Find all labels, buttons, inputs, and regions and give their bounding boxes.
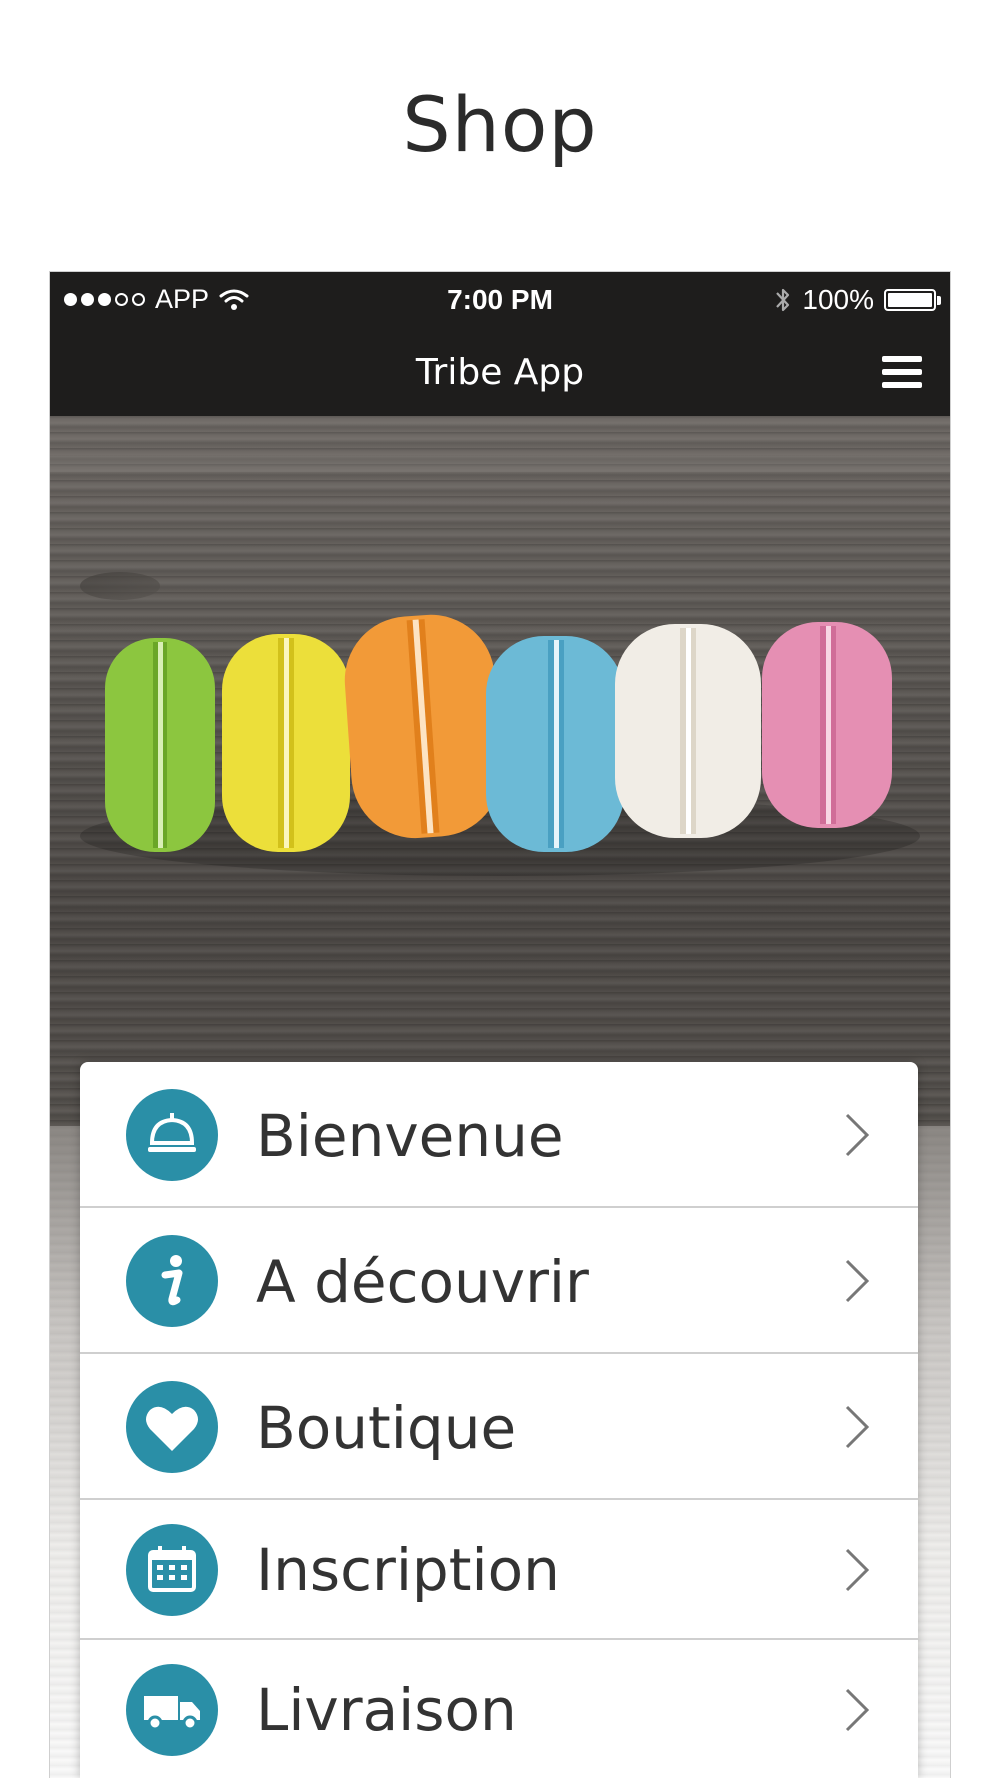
macaron-pink xyxy=(762,622,892,828)
battery-percent: 100% xyxy=(802,284,874,315)
menu-item-inscription[interactable]: Inscription xyxy=(80,1500,918,1640)
menu-item-a-decouvrir[interactable]: A découvrir xyxy=(80,1208,918,1354)
chevron-right-icon xyxy=(845,1113,870,1157)
macaron-green xyxy=(105,638,215,852)
service-bell-icon xyxy=(126,1089,218,1181)
menu-list: Bienvenue A découvrir Boutique Inscripti… xyxy=(80,1062,918,1778)
menu-item-label: A découvrir xyxy=(256,1248,589,1316)
menu-item-boutique[interactable]: Boutique xyxy=(80,1354,918,1500)
menu-item-label: Boutique xyxy=(256,1394,517,1462)
menu-item-label: Livraison xyxy=(256,1676,517,1744)
menu-item-bienvenue[interactable]: Bienvenue xyxy=(80,1062,918,1208)
chevron-right-icon xyxy=(845,1688,870,1732)
nav-bar: Tribe App xyxy=(50,330,950,416)
menu-item-label: Bienvenue xyxy=(256,1102,564,1170)
app-title: Tribe App xyxy=(415,352,585,393)
menu-item-label: Inscription xyxy=(256,1536,560,1604)
battery-icon xyxy=(884,289,941,311)
menu-item-livraison[interactable]: Livraison xyxy=(80,1640,918,1778)
phone-screen: APP 7:00 PM 100% Tribe App Bienvenue A d… xyxy=(50,272,950,1778)
heart-icon xyxy=(126,1381,218,1473)
delivery-truck-icon xyxy=(126,1664,218,1756)
chevron-right-icon xyxy=(845,1259,870,1303)
macaron-blue xyxy=(486,636,624,852)
status-bar: APP 7:00 PM 100% xyxy=(50,272,950,330)
page-title: Shop xyxy=(402,80,598,169)
macaron-white xyxy=(615,624,761,838)
hamburger-menu-icon[interactable] xyxy=(882,356,922,392)
hero-image xyxy=(50,416,950,1126)
macarons-image xyxy=(50,456,950,876)
status-right: 100% xyxy=(774,284,941,316)
chevron-right-icon xyxy=(845,1548,870,1592)
chevron-right-icon xyxy=(845,1405,870,1449)
bluetooth-icon xyxy=(776,288,790,312)
calendar-icon xyxy=(126,1524,218,1616)
info-icon xyxy=(126,1235,218,1327)
macaron-orange xyxy=(344,614,502,839)
macaron-yellow xyxy=(222,634,350,852)
